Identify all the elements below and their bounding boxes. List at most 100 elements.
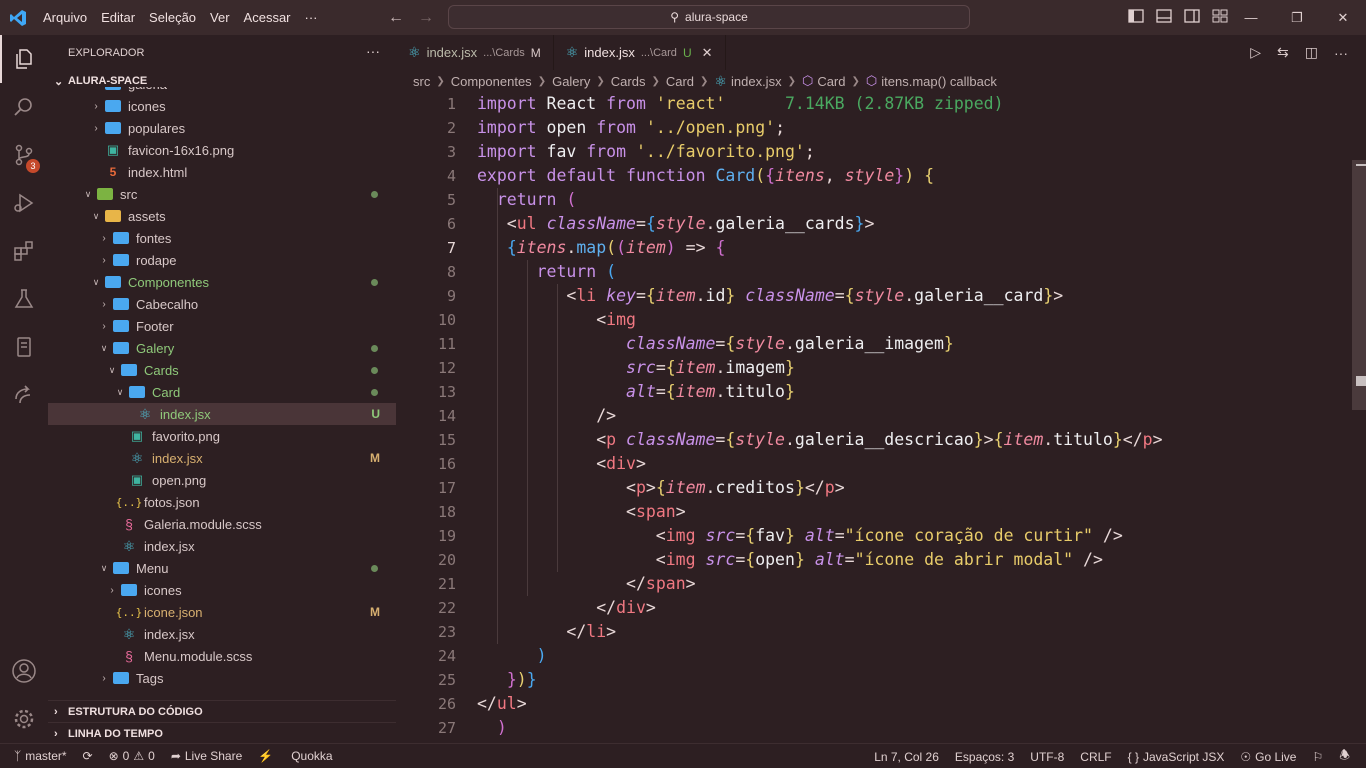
breadcrumb-item[interactable]: Componentes [451, 74, 532, 89]
live-share-button[interactable]: ➦ Live Share [163, 749, 250, 763]
tree-item[interactable]: ▣ open.png [48, 469, 396, 491]
outline-section[interactable]: › ESTRUTURA DO CÓDIGO [48, 700, 396, 722]
tree-item[interactable]: › Footer [48, 315, 396, 337]
tree-item[interactable]: ∨ Componentes [48, 271, 396, 293]
tree-item[interactable]: ∨ Menu [48, 557, 396, 579]
breadcrumb-item[interactable]: Galery [552, 74, 590, 89]
code-line[interactable]: import React from 'react' 7.14KB (2.87KB… [477, 92, 1004, 116]
back-arrow-icon[interactable]: ← [388, 9, 404, 27]
code-line[interactable]: alt={item.titulo} [477, 380, 795, 404]
search-icon[interactable] [0, 83, 48, 131]
code-line[interactable]: <li key={item.id} className={style.galer… [477, 284, 1063, 308]
code-line[interactable]: <img src={open} alt="ícone de abrir moda… [477, 548, 1103, 572]
remote-explorer-icon[interactable] [0, 323, 48, 371]
menu-arquivo[interactable]: Arquivo [36, 0, 94, 35]
tree-item[interactable]: › rodape [48, 249, 396, 271]
breadcrumb-item[interactable]: src [413, 74, 430, 89]
tree-item[interactable]: ∨ Cards [48, 359, 396, 381]
code-line[interactable]: return ( [477, 188, 576, 212]
menu-acessar[interactable]: Acessar [237, 0, 298, 35]
compare-changes-icon[interactable]: ⇆ [1277, 44, 1289, 61]
tree-item[interactable]: ∨ Card [48, 381, 396, 403]
tree-item[interactable]: ⚛ index.jsx [48, 535, 396, 557]
settings-gear-icon[interactable] [0, 695, 48, 743]
breadcrumb-item[interactable]: index.jsx [731, 74, 782, 89]
code-line[interactable]: import open from '../open.png'; [477, 116, 785, 140]
code-line[interactable]: <span> [477, 500, 686, 524]
split-editor-icon[interactable]: ◫ [1305, 44, 1318, 61]
menu-ver[interactable]: Ver [203, 0, 237, 35]
code-line[interactable]: {itens.map((item) => { [477, 236, 726, 260]
tree-item[interactable]: › icones [48, 579, 396, 601]
toggle-secondary-sidebar-icon[interactable] [1184, 9, 1200, 26]
remote-indicator[interactable]: ᛉ master* [0, 749, 75, 763]
code-line[interactable]: })} [477, 668, 537, 692]
tree-item[interactable]: ∨ assets [48, 205, 396, 227]
cursor-position[interactable]: Ln 7, Col 26 [866, 750, 947, 764]
code-line[interactable]: src={item.imagem} [477, 356, 795, 380]
indentation[interactable]: Espaços: 3 [947, 750, 1022, 764]
command-center[interactable]: ⚲ alura-space [448, 5, 970, 29]
toggle-panel-icon[interactable] [1156, 9, 1172, 26]
explorer-icon[interactable] [0, 35, 48, 83]
code-line[interactable]: <div> [477, 452, 646, 476]
tree-item[interactable]: ▣ favicon-16x16.png [48, 139, 396, 161]
tab-card-index[interactable]: ⚛ index.jsx ...\Card U ✕ [553, 35, 726, 70]
minimize-icon[interactable]: — [1228, 0, 1274, 35]
problems-indicator[interactable]: ⊗ 0 ⚠ 0 [101, 749, 163, 763]
code-line[interactable]: <p className={style.galeria__descricao}>… [477, 428, 1162, 452]
tree-item[interactable]: {..} fotos.json [48, 491, 396, 513]
menu-more[interactable]: ··· [298, 0, 325, 35]
tree-item[interactable]: ∨ src [48, 183, 396, 205]
tab-close-icon[interactable]: ✕ [702, 45, 713, 61]
code-line[interactable]: <p>{item.creditos}</p> [477, 476, 845, 500]
tree-item-partial[interactable]: › galeria [48, 87, 396, 95]
menu-selecao[interactable]: Seleção [142, 0, 203, 35]
end-of-line[interactable]: CRLF [1072, 750, 1119, 764]
code-line[interactable]: ) [477, 716, 507, 740]
code-line[interactable]: import fav from '../favorito.png'; [477, 140, 815, 164]
live-share-icon[interactable] [0, 371, 48, 419]
tree-item[interactable]: 5 index.html [48, 161, 396, 183]
scrollbar-thumb[interactable] [1352, 160, 1366, 410]
source-control-icon[interactable]: 3 [0, 131, 48, 179]
tree-item[interactable]: › icones [48, 95, 396, 117]
code-line[interactable]: </span> [477, 572, 696, 596]
breadcrumb-item[interactable]: itens.map() callback [881, 74, 997, 89]
breadcrumb-item[interactable]: Card [817, 74, 845, 89]
code-editor[interactable]: 1 import React from 'react' 7.14KB (2.87K… [396, 92, 1352, 743]
editor-scrollbar[interactable] [1352, 92, 1366, 743]
run-debug-icon[interactable] [0, 179, 48, 227]
code-line[interactable]: <ul className={style.galeria__cards}> [477, 212, 875, 236]
code-line[interactable]: </ul> [477, 692, 527, 716]
extensions-icon[interactable] [0, 227, 48, 275]
toggle-sidebar-icon[interactable] [1128, 9, 1144, 26]
code-line[interactable]: className={style.galeria__imagem} [477, 332, 954, 356]
language-mode[interactable]: { } JavaScript JSX [1120, 750, 1233, 764]
tree-item[interactable]: ▣ favorito.png [48, 425, 396, 447]
explorer-more-icon[interactable]: ··· [366, 43, 380, 59]
forward-arrow-icon[interactable]: → [418, 9, 434, 27]
tree-item[interactable]: ∨ Galery [48, 337, 396, 359]
tree-item[interactable]: › Tags [48, 667, 396, 689]
restore-icon[interactable]: ❐ [1274, 0, 1320, 35]
tree-item[interactable]: § Galeria.module.scss [48, 513, 396, 535]
timeline-section[interactable]: › LINHA DO TEMPO [48, 722, 396, 744]
tree-item[interactable]: › fontes [48, 227, 396, 249]
tree-item[interactable]: {..} icone.json M [48, 601, 396, 623]
code-line[interactable]: export default function Card({itens, sty… [477, 164, 934, 188]
tree-item[interactable]: › Cabecalho [48, 293, 396, 315]
tree-item[interactable]: ⚛ index.jsx M [48, 447, 396, 469]
feedback-icon[interactable]: ⚐ [1304, 750, 1331, 764]
tab-cards-index[interactable]: ⚛ index.jsx ...\Cards M [396, 35, 554, 70]
go-live-button[interactable]: ☉ Go Live [1232, 750, 1304, 764]
sync-button[interactable]: ⟳ [75, 749, 101, 763]
quokka-button[interactable]: ⚡ Quokka [250, 749, 340, 763]
code-line[interactable]: <img src={fav} alt="ícone coração de cur… [477, 524, 1123, 548]
breadcrumb-item[interactable]: Card [666, 74, 694, 89]
testing-flask-icon[interactable] [0, 275, 48, 323]
tree-item[interactable]: § Menu.module.scss [48, 645, 396, 667]
account-icon[interactable] [0, 647, 48, 695]
customize-layout-icon[interactable] [1212, 9, 1228, 26]
tree-item[interactable]: › populares [48, 117, 396, 139]
